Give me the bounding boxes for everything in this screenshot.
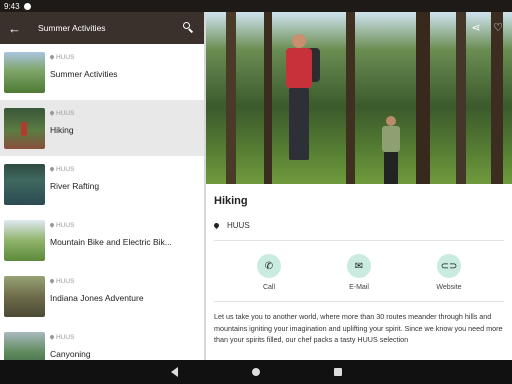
list-item[interactable]: HUUS River Rafting <box>0 156 204 212</box>
nav-home-icon[interactable] <box>251 368 260 376</box>
detail-pane: ⋖ ♡ Hiking HUUS ✆ Call ✉ E-Mail ⊂⊃ Websi… <box>206 12 512 360</box>
list-item[interactable]: HUUS Canyoning <box>0 324 204 360</box>
list-item-name: Mountain Bike and Electric Bik... <box>50 236 172 247</box>
navigation-bar <box>0 360 512 384</box>
detail-description: Let us take you to another world, where … <box>214 312 503 344</box>
hero-actions: ⋖ ♡ <box>470 22 504 34</box>
phone-icon: ✆ <box>264 260 274 272</box>
website-button-circle[interactable]: ⊂⊃ <box>437 254 461 278</box>
activity-thumbnail <box>4 163 45 205</box>
activity-thumbnail <box>4 331 45 360</box>
link-icon: ⊂⊃ <box>440 260 458 272</box>
list-item-location: HUUS <box>56 277 75 285</box>
share-icon[interactable]: ⋖ <box>470 22 482 34</box>
activity-thumbnail <box>4 51 45 93</box>
website-label: Website <box>436 284 462 291</box>
detail-location: HUUS <box>212 221 504 230</box>
app-bar: ← Summer Activities <box>0 12 204 44</box>
call-button[interactable]: ✆ Call <box>234 254 304 291</box>
location-pin-icon <box>212 221 221 230</box>
location-pin-icon <box>49 110 55 116</box>
hiker-figure <box>382 116 400 184</box>
location-pin-icon <box>49 166 55 172</box>
nav-recents-icon[interactable] <box>333 368 342 376</box>
list-item-name: Summer Activities <box>50 68 118 79</box>
notification-icon <box>23 2 31 10</box>
list-pane: ← Summer Activities HUUS Summer Activiti… <box>0 12 204 360</box>
activity-thumbnail <box>4 219 45 261</box>
activity-thumbnail <box>4 275 45 317</box>
location-pin-icon <box>49 334 55 340</box>
email-button-circle[interactable]: ✉ <box>347 254 371 278</box>
contact-actions: ✆ Call ✉ E-Mail ⊂⊃ Website <box>214 241 504 291</box>
mail-icon: ✉ <box>354 260 364 272</box>
call-label: Call <box>262 284 276 291</box>
list-item-name: River Rafting <box>50 180 100 191</box>
activity-thumbnail <box>4 107 45 149</box>
divider <box>214 301 504 302</box>
status-bar: 9:43 <box>0 0 512 360</box>
location-pin-icon <box>49 278 55 284</box>
detail-title: Hiking <box>214 195 248 207</box>
list-item-location: HUUS <box>56 109 75 117</box>
list-item-name: Canyoning <box>50 348 91 359</box>
list-item-name: Hiking <box>50 124 74 135</box>
email-button[interactable]: ✉ E-Mail <box>324 254 394 291</box>
detail-content: Hiking HUUS ✆ Call ✉ E-Mail ⊂⊃ Website L… <box>206 195 512 346</box>
list-item[interactable]: HUUS Mountain Bike and Electric Bik... <box>0 212 204 268</box>
list-item-location: HUUS <box>56 53 75 61</box>
list-item[interactable]: HUUS Summer Activities <box>0 44 204 100</box>
email-label: E-Mail <box>349 284 369 291</box>
nav-back-icon[interactable] <box>170 367 178 377</box>
location-pin-icon <box>49 54 55 60</box>
list-item-name: Indiana Jones Adventure <box>50 292 144 303</box>
hiker-figure <box>286 34 320 184</box>
app-bar-title: Summer Activities <box>38 23 106 33</box>
status-time: 9:43 <box>4 1 20 11</box>
call-button-circle[interactable]: ✆ <box>257 254 281 278</box>
list-item-location: HUUS <box>56 165 75 173</box>
search-icon[interactable] <box>182 21 196 35</box>
activity-list: HUUS Summer Activities HUUS Hiking HUUS … <box>0 44 204 360</box>
location-pin-icon <box>49 222 55 228</box>
list-item[interactable]: HUUS Indiana Jones Adventure <box>0 268 204 324</box>
website-button[interactable]: ⊂⊃ Website <box>414 254 484 291</box>
hero-image: ⋖ ♡ <box>206 12 512 184</box>
detail-location-label: HUUS <box>227 221 250 230</box>
back-arrow-icon[interactable]: ← <box>8 21 28 36</box>
heart-icon[interactable]: ♡ <box>492 22 504 34</box>
list-item-location: HUUS <box>56 221 75 229</box>
list-item-location: HUUS <box>56 333 75 341</box>
list-item[interactable]: HUUS Hiking <box>0 100 204 156</box>
